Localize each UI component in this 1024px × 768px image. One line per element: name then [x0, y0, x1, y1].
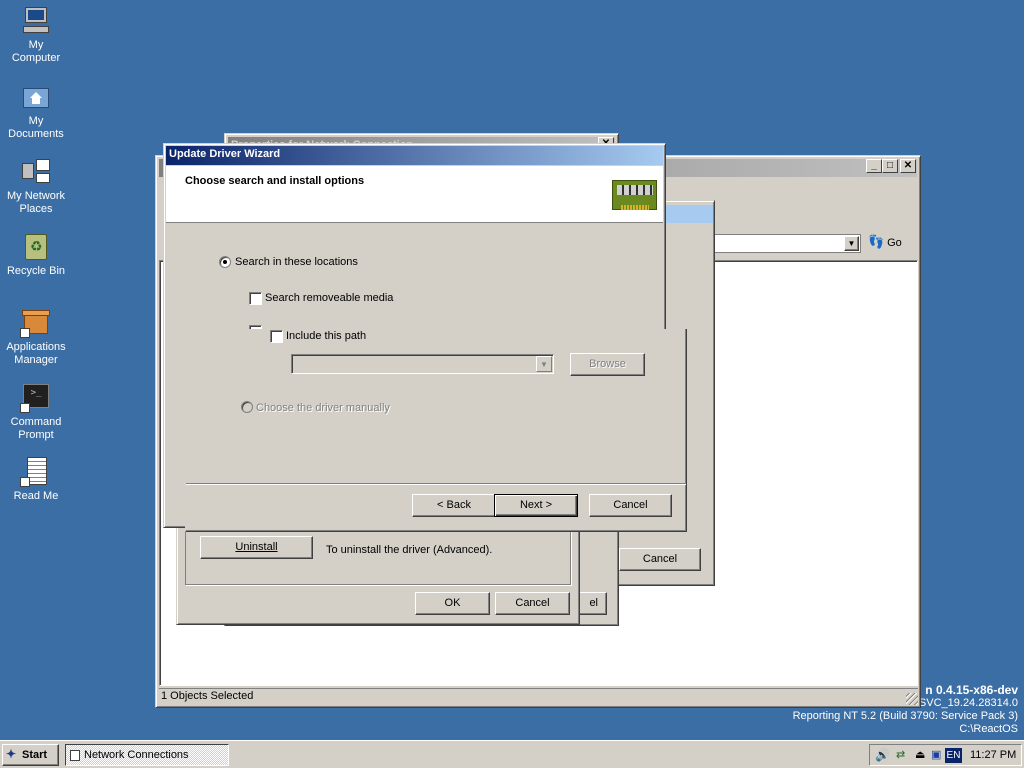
my-computer-icon	[20, 4, 52, 36]
taskbar: ✦ Start Network Connections 🔊 ⇄ ⏏ ▣ EN 11…	[0, 740, 1024, 768]
desktop-icon-my-documents[interactable]: My Documents	[4, 80, 68, 141]
safely-remove-icon[interactable]: ⏏	[915, 748, 925, 761]
task-network-connections[interactable]: Network Connections	[65, 744, 229, 766]
wizard-cancel-button[interactable]: Cancel	[589, 494, 672, 517]
wizard-titlebar[interactable]: Update Driver Wizard	[166, 146, 663, 165]
uninstall-button[interactable]: Uninstall	[200, 536, 313, 559]
desktop-icon-label: My Documents	[8, 115, 64, 140]
go-label: Go	[887, 237, 902, 249]
system-tray: 🔊 ⇄ ⏏ ▣ EN 11:27 PM	[869, 744, 1022, 766]
path-combo: ▼	[291, 354, 554, 374]
desktop-icon-label: My Network Places	[6, 190, 66, 215]
status-bar: 1 Objects Selected	[159, 688, 918, 705]
wizard-header-title: Choose search and install options	[185, 175, 365, 187]
uninstall-description: To uninstall the driver (Advanced).	[326, 544, 493, 556]
wizard-header: Choose search and install options	[166, 166, 663, 223]
address-combo[interactable]: ▼	[711, 234, 861, 253]
wizard-title: Update Driver Wizard	[169, 148, 281, 160]
chevron-down-icon[interactable]: ▼	[844, 236, 859, 251]
desktop-icon-command-prompt[interactable]: >_ ↗ Command Prompt	[4, 381, 68, 442]
go-button[interactable]: 👣 Go	[868, 234, 908, 254]
next-button[interactable]: Next >	[494, 494, 578, 517]
browse-button[interactable]: Browse	[570, 353, 645, 376]
clock[interactable]: 11:27 PM	[970, 749, 1016, 761]
back-dialog-cancel-label: el	[589, 597, 598, 609]
path-combo-chevron-icon: ▼	[536, 356, 552, 372]
desktop-icon-label: Read Me	[13, 490, 59, 502]
volume-icon[interactable]: 🔊	[875, 748, 890, 762]
applications-manager-icon: ↗	[20, 306, 52, 338]
network-icon[interactable]: ⇄	[896, 748, 905, 761]
version-line-3: Reporting NT 5.2 (Build 3790: Service Pa…	[792, 710, 1018, 722]
start-label: Start	[22, 749, 48, 761]
driver-cancel-button[interactable]: Cancel	[495, 592, 570, 615]
read-me-icon: ↗	[20, 455, 52, 487]
choose-manual-radio[interactable]	[241, 401, 253, 413]
close-button[interactable]: ✕	[900, 159, 916, 173]
desktop-icon-recycle-bin[interactable]: ♻ Recycle Bin	[4, 230, 68, 278]
my-documents-icon	[20, 80, 52, 112]
search-locations-radio[interactable]	[219, 256, 231, 268]
include-path-label: Include this path	[286, 330, 367, 342]
go-icon: 👣	[868, 234, 885, 249]
desktop-icon-read-me[interactable]: ↗ Read Me	[4, 455, 68, 503]
choose-manual-label: Choose the driver manually	[256, 402, 390, 414]
recycle-bin-icon: ♻	[20, 230, 52, 262]
wizard-page-lower: Include this path ▼ Browse Choose the dr…	[185, 329, 687, 532]
uninstall-label: Uninstall	[235, 541, 278, 553]
desktop-icon-applications-manager[interactable]: ↗ Applications Manager	[4, 306, 68, 367]
resize-grip-icon[interactable]	[906, 693, 918, 705]
start-icon: ✦	[6, 747, 17, 761]
search-removable-checkbox[interactable]	[249, 292, 262, 305]
status-text: 1 Objects Selected	[161, 690, 254, 702]
include-path-checkbox[interactable]	[270, 330, 283, 343]
desktop-icon-label: Applications Manager	[6, 341, 66, 366]
desktop-icon-label: My Computer	[11, 39, 61, 64]
desktop-icon-label: Recycle Bin	[6, 265, 66, 277]
my-network-places-icon	[20, 155, 52, 187]
language-indicator[interactable]: EN	[945, 748, 962, 763]
desktop-icon-my-network-places[interactable]: My Network Places	[4, 155, 68, 216]
start-button[interactable]: ✦ Start	[2, 744, 59, 766]
task-window-icon	[70, 749, 80, 761]
desktop-icon-label: Command Prompt	[10, 416, 62, 441]
desktop-icon-my-computer[interactable]: My Computer	[4, 4, 68, 65]
wizard-separator	[186, 483, 686, 485]
device-cancel-button[interactable]: Cancel	[619, 548, 701, 571]
task-label: Network Connections	[84, 749, 189, 761]
connection-icon[interactable]: ▣	[931, 748, 941, 761]
version-line-4: C:\ReactOS	[959, 723, 1018, 735]
maximize-button[interactable]: □	[882, 159, 898, 173]
ok-button[interactable]: OK	[415, 592, 490, 615]
search-locations-label: Search in these locations	[235, 256, 358, 268]
back-button[interactable]: < Back	[412, 494, 496, 517]
search-removable-label: Search removeable media	[265, 292, 394, 304]
hardware-card-icon	[612, 180, 657, 210]
minimize-button[interactable]: _	[866, 159, 882, 173]
command-prompt-icon: >_ ↗	[20, 381, 52, 413]
